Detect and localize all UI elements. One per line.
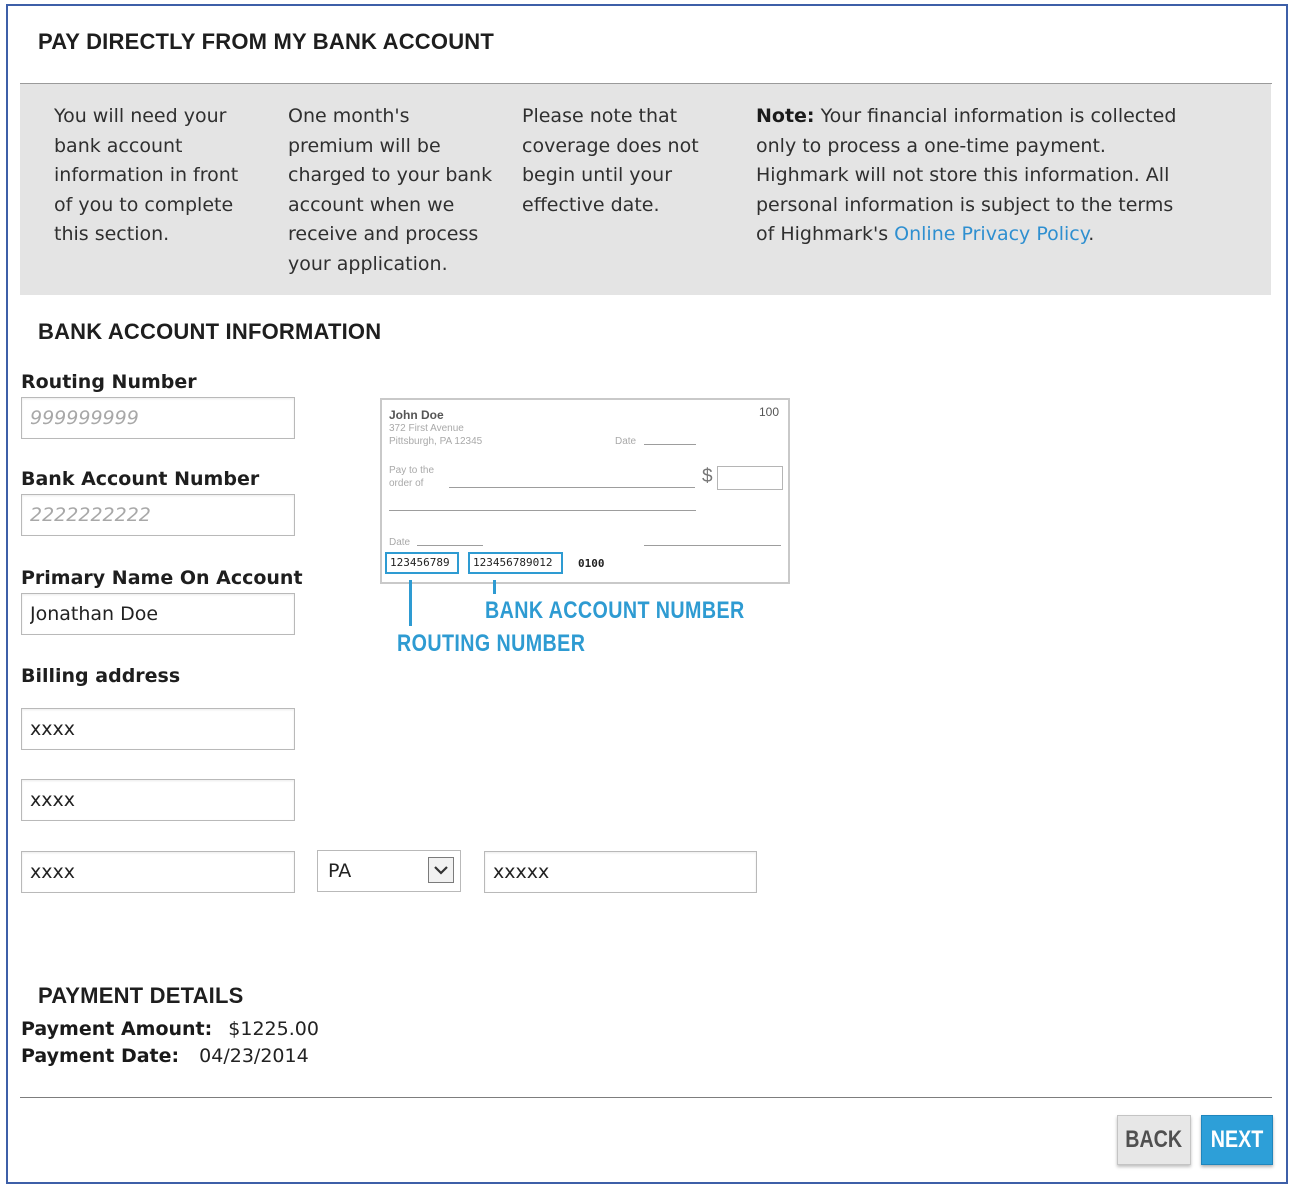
info-text-line: You will need your: [54, 105, 227, 127]
info-column-premium: One month's premium will be charged to y…: [288, 102, 492, 280]
next-button-label: NEXT: [1210, 1126, 1264, 1153]
check-date-line: [644, 444, 696, 445]
note-label: Note:: [756, 105, 815, 127]
check-number: 100: [759, 405, 780, 419]
info-panel: You will need your bank account informat…: [20, 84, 1271, 295]
info-text-line: Highmark will not store this information…: [756, 164, 1170, 187]
sample-check-illustration: John Doe 372 First Avenue Pittsburgh, PA…: [380, 398, 790, 584]
info-text-line: effective date.: [522, 193, 660, 216]
billing-city-input[interactable]: [21, 851, 295, 893]
routing-number-input[interactable]: [21, 397, 295, 439]
privacy-policy-link[interactable]: Online Privacy Policy: [894, 223, 1088, 245]
check-number-micr: 0100: [578, 557, 605, 570]
primary-name-input[interactable]: [21, 593, 295, 635]
check-memo-line: [417, 545, 483, 546]
next-button[interactable]: NEXT: [1201, 1115, 1273, 1165]
check-city: Pittsburgh, PA 12345: [389, 436, 483, 447]
info-text-line: receive and process: [288, 223, 479, 246]
check-date-label: Date: [615, 436, 637, 447]
info-text-line: account when we: [288, 193, 455, 216]
bank-account-number-callout: BANK ACCOUNT NUMBER: [485, 597, 745, 624]
info-column-note: Note: Your financial information is coll…: [756, 102, 1176, 250]
info-text-line: information in front: [54, 164, 239, 187]
info-column-coverage: Please note that coverage does not begin…: [522, 102, 699, 220]
payment-amount-value: $1225.00: [228, 1018, 319, 1040]
info-text-line: coverage does not: [522, 134, 699, 157]
billing-address-line2-input[interactable]: [21, 779, 295, 821]
info-text-line: begin until your: [522, 164, 673, 187]
routing-number-callout: ROUTING NUMBER: [397, 630, 586, 657]
bank-account-number-input[interactable]: [21, 494, 295, 536]
check-order-of-label: order of: [389, 478, 424, 489]
chevron-down-icon[interactable]: [428, 857, 454, 883]
check-payee-line: [449, 487, 695, 488]
check-owner-name: John Doe: [389, 408, 444, 422]
billing-address-line1-input[interactable]: [21, 708, 295, 750]
page-title: PAY DIRECTLY FROM MY BANK ACCOUNT: [38, 29, 495, 54]
info-text-line: One month's: [288, 105, 410, 127]
note-first-line: Note: Your financial information is coll…: [756, 102, 1176, 132]
info-text-line: personal information is subject to the t…: [756, 193, 1174, 216]
account-callout-pointer: [493, 580, 496, 594]
info-text-line: charged to your bank: [288, 164, 493, 187]
info-text-line: Please note that: [522, 105, 678, 127]
check-amount-words-line: [389, 510, 696, 511]
state-select-value: PA: [328, 860, 352, 882]
check-memo-label: Date: [389, 537, 411, 548]
routing-callout-pointer: [409, 580, 412, 626]
info-text-line: only to process a one-time payment.: [756, 134, 1106, 157]
zip-code-input[interactable]: [484, 851, 757, 893]
bank-section-title: BANK ACCOUNT INFORMATION: [38, 319, 382, 344]
info-text-line: of you to complete: [54, 193, 234, 216]
footer-divider: [20, 1097, 1272, 1098]
billing-address-label: Billing address: [21, 665, 181, 687]
note-text: .: [1088, 223, 1095, 246]
state-select[interactable]: PA: [317, 850, 461, 892]
payment-amount-label: Payment Amount:: [21, 1018, 213, 1040]
payment-section-title: PAYMENT DETAILS: [38, 983, 244, 1008]
info-text-line: this section.: [54, 223, 170, 246]
check-account-micr: 123456789012: [468, 552, 563, 574]
payment-date-value: 04/23/2014: [199, 1045, 309, 1067]
back-button-label: BACK: [1125, 1126, 1183, 1153]
info-text-line: bank account: [54, 134, 183, 157]
back-button[interactable]: BACK: [1117, 1115, 1191, 1165]
check-pay-to-label: Pay to the: [389, 465, 435, 476]
info-column-bank-info: You will need your bank account informat…: [54, 102, 238, 250]
note-last-line: of Highmark's Online Privacy Policy.: [756, 220, 1176, 250]
note-text: Your financial information is collected: [814, 105, 1177, 127]
check-signature-line: [644, 545, 781, 546]
note-text: of Highmark's: [756, 223, 895, 246]
routing-number-label: Routing Number: [21, 371, 197, 393]
check-street: 372 First Avenue: [389, 423, 464, 434]
check-amount-box: [717, 466, 783, 490]
info-text-line: premium will be: [288, 134, 441, 157]
primary-name-label: Primary Name On Account: [21, 567, 303, 589]
payment-date-row: Payment Date: 04/23/2014: [21, 1045, 309, 1067]
payment-amount-row: Payment Amount: $1225.00: [21, 1018, 319, 1040]
payment-date-label: Payment Date:: [21, 1045, 180, 1067]
check-routing-micr: 123456789: [385, 552, 459, 574]
check-dollar-sign: $: [702, 466, 713, 487]
info-text-line: your application.: [288, 252, 448, 275]
bank-account-number-label: Bank Account Number: [21, 468, 260, 490]
